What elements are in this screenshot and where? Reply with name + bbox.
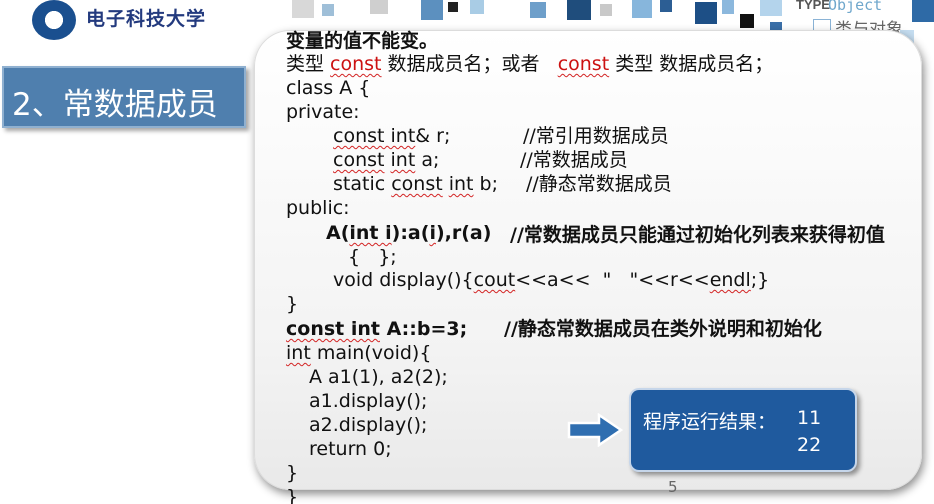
code-keyword: cout [473,269,516,291]
code-text: a; [415,149,440,171]
decor-square [722,0,734,14]
decor-square [448,2,458,12]
code-line: public: [286,197,350,219]
code-line: const int A::b=3; [286,318,467,340]
code-keyword: const [391,173,443,195]
code-text: A::b=3; [379,318,468,340]
syntax-text: 类型 数据成员名； [609,53,774,75]
section-tab: 2、常数据成员 [2,66,246,128]
brand-object-label: Object [828,0,883,14]
code-line: return 0; [309,438,392,460]
decor-square [600,4,612,16]
code-comment: //静态常数据成员 [526,173,672,195]
syntax-text: 类型 [286,53,331,75]
code-text: & r; [415,125,451,147]
decor-square [760,0,782,16]
university-name: 电子科技大学 [86,8,207,30]
code-keyword: int [390,149,416,171]
decor-square [660,0,672,12]
result-box: 程序运行结果： 11 22 [629,388,857,472]
code-text: ):a( [391,222,430,244]
code-keyword: const [333,149,385,171]
code-text: void display(){ [333,269,474,291]
code-line: a2.display(); [309,414,428,436]
code-line: void display(){cout<<a<< " "<<r<<endl;} [333,269,769,291]
code-keyword: int [286,342,311,364]
code-text: ),r(a) [435,222,492,244]
slide: 电子科技大学 TYPE Object 类与对象 2、常数据成员 变量的值不能变。… [0,0,934,504]
decor-square [567,0,591,20]
university-logo: 电子科技大学 [2,0,232,44]
decor-square [740,14,754,28]
brand-type-label: TYPE [796,0,830,12]
code-line: } [286,293,299,315]
page-number: 5 [668,478,678,496]
section-title: 2、常数据成员 [12,87,218,123]
intro-line: 变量的值不能变。 [286,30,439,52]
code-text: main(void){ [310,342,432,364]
code-text: b; [473,173,499,195]
code-text: ;} [750,269,770,291]
code-line: static const int b; [333,173,498,195]
code-line: { }; [348,246,397,268]
result-value: 22 [797,434,822,456]
code-keyword: int [448,173,474,195]
right-arrow-icon [567,413,623,447]
decor-square [292,0,314,18]
code-line: } [286,486,299,504]
decor-square [695,2,717,24]
decor-square [530,2,546,18]
keyword-const: const [557,53,610,75]
code-text: static [333,173,392,195]
code-keyword: int i [349,222,392,244]
keyword-const: const [330,53,382,75]
decor-square [322,4,334,16]
code-comment: //常数据成员 [520,149,628,171]
code-line: } [286,462,299,484]
code-line: class A { [286,77,371,99]
code-text: A( [326,222,350,244]
code-line: A a1(1), a2(2); [309,366,448,388]
code-line: const int& r; [333,125,450,147]
code-line: a1.display(); [309,390,428,412]
code-keyword: const int [333,125,416,147]
decor-square [421,0,443,20]
code-text: <<a<< " "<<r<< [515,269,710,291]
result-value: 11 [797,407,822,429]
decor-square [370,0,388,14]
code-comment: //常数据成员只能通过初始化列表来获得初值 [510,224,885,246]
code-line: A(int i):a(i),r(a) [326,222,491,244]
code-comment: //静态常数据成员在类外说明和初始化 [504,318,822,340]
code-line: int main(void){ [286,342,431,364]
syntax-line: 类型 const 数据成员名；或者 const 类型 数据成员名； [286,53,773,75]
code-line: private: [286,101,360,123]
code-comment: //常引用数据成员 [523,125,669,147]
code-keyword: const int [286,318,380,340]
syntax-text: 数据成员名；或者 [381,53,558,75]
code-line: const int a; [333,149,439,171]
code-keyword: endl [709,269,751,291]
result-label: 程序运行结果： [643,411,777,433]
decor-square [632,0,652,18]
decor-square [470,0,484,14]
decor-square [912,0,934,22]
logo-emblem-icon [32,0,76,40]
